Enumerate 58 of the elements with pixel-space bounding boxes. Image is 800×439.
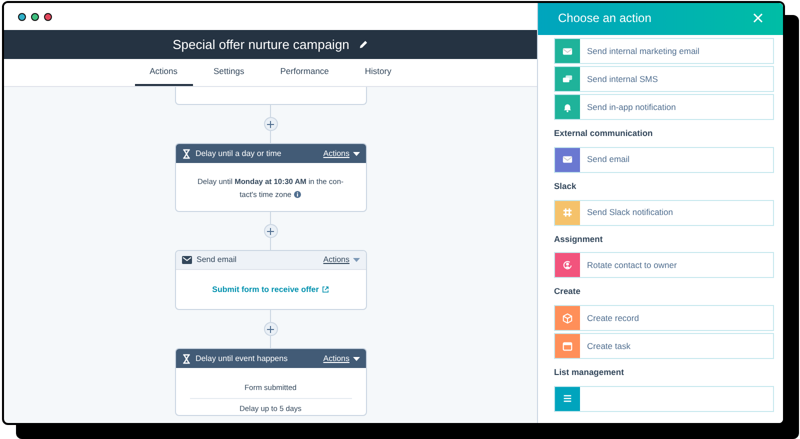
external-link-icon — [322, 286, 329, 293]
envelope-icon — [562, 46, 573, 56]
action-option[interactable]: Create task — [554, 333, 774, 359]
person-rotate-icon — [562, 260, 573, 271]
section-heading: External communication — [554, 127, 654, 140]
action-label: Create task — [586, 340, 630, 352]
list-icon — [562, 393, 573, 404]
action-label: Send Slack notification — [586, 206, 673, 219]
cube-icon — [562, 312, 573, 324]
hash-icon — [562, 207, 573, 218]
action-option[interactable]: Send internal marketing email — [554, 38, 774, 64]
section-heading: List management — [554, 366, 625, 379]
action-label: Send internal marketing email — [586, 44, 700, 58]
section-heading: Create — [554, 285, 582, 298]
action-label: Rotate contact to owner — [586, 258, 677, 272]
tab[interactable]: Settings — [198, 59, 260, 86]
info-icon — [294, 191, 302, 198]
action-label: Create record — [586, 312, 639, 324]
chat-bubbles-icon — [562, 74, 573, 84]
action-option[interactable]: Send Slack notification — [554, 200, 774, 226]
action-option[interactable]: Create record — [554, 305, 774, 331]
envelope-icon — [182, 256, 192, 264]
plus-icon — [267, 120, 274, 128]
action-option[interactable] — [554, 386, 774, 412]
action-option[interactable]: Rotate contact to owner — [554, 252, 774, 278]
hourglass-icon — [182, 148, 190, 158]
caret-icon — [352, 152, 360, 156]
envelope-icon — [562, 154, 573, 166]
card-title: Send email — [196, 254, 238, 266]
pencil-icon[interactable] — [359, 40, 368, 49]
action-option[interactable]: Send internal SMS — [554, 66, 774, 92]
action-option[interactable]: Send in-app notification — [554, 94, 774, 120]
window-icon — [562, 340, 573, 352]
section-heading: Assignment — [554, 232, 604, 246]
action-label: Send email — [586, 153, 630, 166]
section-heading: Slack — [554, 180, 578, 193]
caret-icon — [352, 356, 360, 360]
action-label: Send in-app notification — [586, 100, 676, 114]
add-step-button[interactable] — [264, 224, 278, 238]
action-option[interactable]: Send email — [554, 146, 774, 173]
caret-icon — [352, 258, 360, 262]
card-title: Delay until a day or time — [196, 148, 282, 160]
bell-icon — [562, 102, 573, 112]
panel-title: Choose an action — [558, 10, 652, 27]
window-title: Special offer nurture campaign — [172, 36, 350, 54]
card-title: Delay until event happens — [196, 352, 289, 364]
add-step-button[interactable] — [264, 322, 278, 336]
hourglass-icon — [182, 354, 190, 364]
plus-icon — [267, 326, 274, 332]
actions-dropdown[interactable]: Actions — [323, 352, 360, 364]
action-label: Send internal SMS — [586, 72, 658, 86]
form-link[interactable]: Submit form to receive offer — [212, 284, 319, 296]
tab[interactable]: History — [350, 59, 406, 86]
plus-icon — [267, 228, 274, 234]
tab[interactable]: Performance — [265, 59, 344, 86]
add-step-button[interactable] — [264, 117, 278, 131]
actions-dropdown[interactable]: Actions — [323, 148, 360, 160]
actions-dropdown[interactable]: Actions — [323, 254, 360, 266]
